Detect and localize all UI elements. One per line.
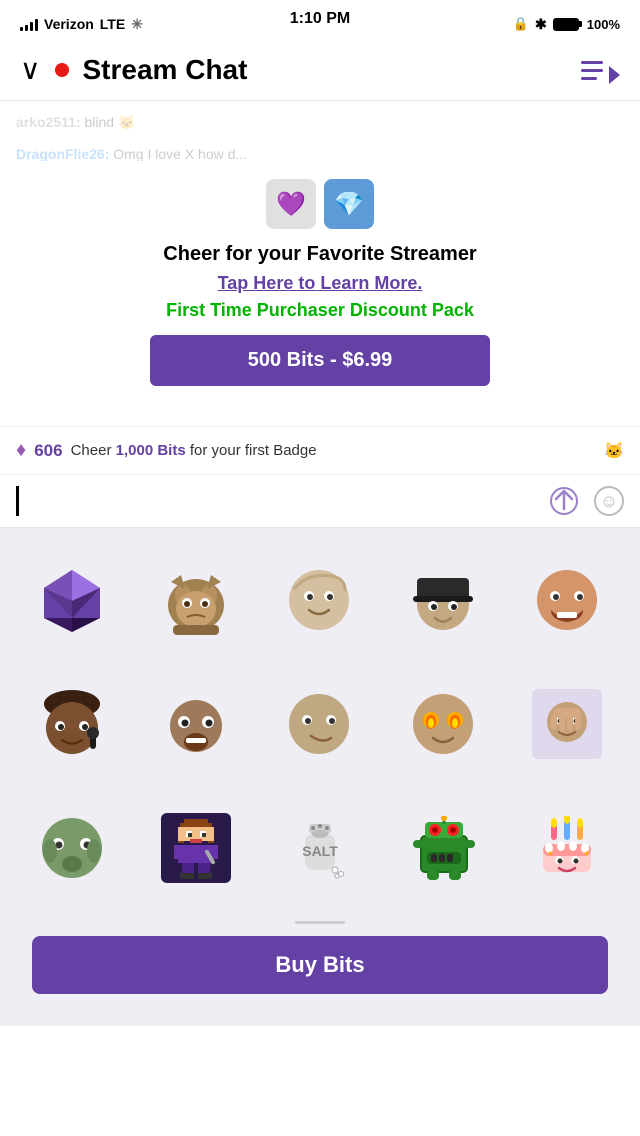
svg-text:★: ★: [583, 849, 590, 858]
signal-bar-4: [35, 19, 38, 31]
emotes-grid: SALT: [16, 544, 624, 905]
emote-face-open[interactable]: [140, 668, 254, 782]
live-dot: [55, 63, 69, 77]
bottom-divider: [295, 921, 345, 924]
emote-birthday-cake[interactable]: ★ ★: [510, 791, 624, 905]
promo-title: Cheer for your Favorite Streamer: [163, 241, 476, 267]
input-icons: ☺: [548, 485, 624, 517]
promo-card: 💜 💎 Cheer for your Favorite Streamer Tap…: [16, 161, 624, 406]
carrier-label: Verizon: [44, 16, 94, 32]
chat-text-input[interactable]: [29, 491, 548, 512]
emote-face-palm[interactable]: [510, 668, 624, 782]
emote-face-afro[interactable]: [16, 668, 130, 782]
status-time: 1:10 PM: [290, 10, 350, 28]
emote-face-laugh[interactable]: [510, 544, 624, 658]
buy-bits-button[interactable]: Buy Bits: [32, 936, 608, 994]
emoji-button[interactable]: ☺: [594, 486, 624, 516]
status-bar: Verizon LTE ✳︎ 1:10 PM 🔒 ✱ 100%: [0, 0, 640, 44]
chevron-down-icon[interactable]: ∨: [20, 56, 41, 84]
network-label: LTE: [100, 16, 125, 32]
header-left: ∨ Stream Chat: [20, 54, 247, 86]
emotes-section: SALT: [0, 528, 640, 1026]
bits-cheer-text: Cheer 1,000 Bits for your first Badge: [71, 442, 317, 459]
signal-bars: [20, 17, 38, 31]
send-icon-svg: [550, 487, 578, 515]
status-right: 🔒 ✱ 100%: [513, 16, 620, 33]
bits-highlight: 1,000 Bits: [116, 442, 186, 459]
lock-icon: 🔒: [513, 16, 529, 32]
promo-buy-button[interactable]: 500 Bits - $6.99: [150, 335, 490, 386]
filter-menu-button[interactable]: [581, 56, 620, 84]
promo-icon-1: 💜: [266, 179, 316, 229]
bits-badge-row: ♦ 606 Cheer 1,000 Bits for your first Ba…: [0, 426, 640, 475]
battery-percent: 100%: [587, 17, 620, 32]
badge-icon: 🐱: [604, 441, 624, 461]
bits-count: 606: [34, 441, 62, 461]
chat-input-row: ☺: [0, 475, 640, 528]
emote-bits-gem[interactable]: [16, 544, 130, 658]
loading-icon: ✳︎: [131, 16, 143, 33]
page-title: Stream Chat: [83, 54, 248, 86]
emote-salt-shaker[interactable]: SALT: [263, 791, 377, 905]
svg-text:SALT: SALT: [302, 843, 338, 859]
signal-bar-1: [20, 27, 23, 31]
emote-pepe-sad[interactable]: [140, 544, 254, 658]
emote-robot-green[interactable]: [387, 791, 501, 905]
send-button[interactable]: [548, 485, 580, 517]
promo-icons: 💜 💎: [266, 179, 374, 229]
emote-face-cap[interactable]: [387, 544, 501, 658]
svg-text:★: ★: [547, 849, 554, 858]
emote-face-fire[interactable]: [387, 668, 501, 782]
promo-discount-text: First Time Purchaser Discount Pack: [166, 300, 474, 321]
text-cursor: [16, 486, 19, 516]
emote-bald-face[interactable]: [263, 544, 377, 658]
battery-indicator: [553, 18, 581, 31]
emote-face-smirk[interactable]: [263, 668, 377, 782]
emote-face-scared[interactable]: [16, 791, 130, 905]
status-left: Verizon LTE ✳︎: [20, 16, 143, 33]
bluetooth-icon: ✱: [535, 16, 547, 33]
signal-bar-3: [30, 22, 33, 31]
bits-gem-icon: ♦: [16, 439, 26, 462]
filter-icon: [581, 56, 620, 84]
promo-subtitle[interactable]: Tap Here to Learn More.: [218, 273, 423, 294]
app-header: ∨ Stream Chat: [0, 44, 640, 101]
signal-bar-2: [25, 25, 28, 31]
emote-pixel-girl[interactable]: [140, 791, 254, 905]
chat-area: arko2511: blind 🐱 DragonFlie26: Omg I lo…: [0, 101, 640, 426]
promo-icon-2: 💎: [324, 179, 374, 229]
